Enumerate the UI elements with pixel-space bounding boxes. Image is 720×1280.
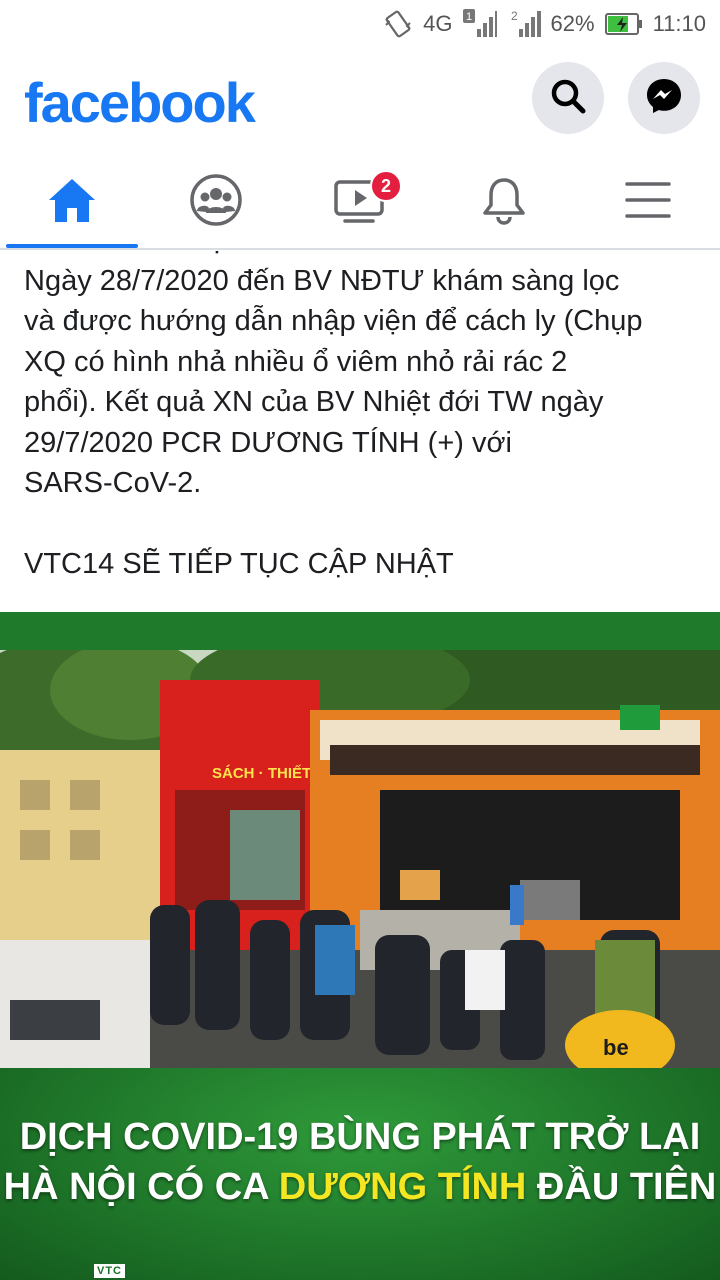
facebook-logo[interactable]: facebook	[24, 70, 256, 135]
app-header: facebook	[0, 48, 720, 158]
svg-text:1: 1	[465, 11, 471, 23]
post-text: kèm có đờm đặc. Ngày 28/7/2020 đến BV NĐ…	[0, 250, 720, 612]
search-button[interactable]	[532, 62, 604, 134]
home-icon	[46, 176, 98, 229]
svg-text:2: 2	[511, 9, 518, 23]
headline-line-2: HÀ NỘI CÓ CA DƯƠNG TÍNH ĐẦU TIÊN	[0, 1166, 720, 1209]
status-icons: 4G 1 2 62% 11:10	[383, 8, 706, 40]
post-text-line: kèm có đờm đặc.	[24, 250, 704, 261]
tab-groups[interactable]	[144, 158, 288, 246]
headline-suffix: ĐẦU TIÊN	[526, 1166, 717, 1208]
watch-notification-badge: 2	[370, 170, 402, 202]
post-text-line: 29/7/2020 PCR DƯƠNG TÍNH (+) với	[24, 426, 512, 459]
vibrate-icon	[383, 9, 413, 39]
signal-sim1-icon: 1	[462, 9, 497, 39]
news-banner: DỊCH COVID-19 BÙNG PHÁT TRỞ LẠI HÀ NỘI C…	[0, 1068, 720, 1280]
signal-sim2-icon: 2	[507, 9, 541, 39]
bell-icon	[480, 175, 528, 230]
headline-highlight: DƯƠNG TÍNH	[278, 1166, 527, 1208]
post-text-line: và được hướng dẫn nhập viện để cách ly (…	[24, 305, 643, 337]
tab-menu[interactable]	[576, 158, 720, 246]
svg-text:be: be	[603, 1035, 629, 1060]
post-closing-line: VTC14 SẼ TIẾP TỤC CẬP NHẬT	[24, 548, 454, 580]
tab-watch[interactable]: 2	[288, 158, 432, 246]
post-text-line: XQ có hình nhả nhiều ổ viêm nhỏ rải rác …	[24, 345, 568, 378]
headline-line-1: DỊCH COVID-19 BÙNG PHÁT TRỞ LẠI	[19, 1116, 701, 1158]
tab-notifications[interactable]	[432, 158, 576, 246]
search-icon	[548, 76, 588, 121]
clock: 11:10	[652, 11, 706, 36]
post-text-line: phổi). Kết quả XN của BV Nhiệt đới TW ng…	[24, 386, 604, 418]
news-photo: SÁCH · THIẾT BỊ GIÁO DỤC	[0, 650, 720, 1068]
post-text-line: SARS-CoV-2.	[24, 467, 202, 499]
vtc-logo: VTC	[94, 1264, 125, 1278]
groups-icon	[189, 173, 243, 232]
menu-icon	[624, 180, 672, 225]
headline-prefix: HÀ NỘI CÓ CA	[3, 1166, 279, 1208]
messenger-icon	[644, 76, 684, 121]
battery-percent: 62%	[550, 11, 595, 36]
status-bar: 4G 1 2 62% 11:10	[0, 0, 720, 48]
nav-tabs: 2	[0, 158, 720, 250]
active-tab-indicator	[6, 244, 138, 248]
messenger-button[interactable]	[628, 62, 700, 134]
post-image[interactable]: SÁCH · THIẾT BỊ GIÁO DỤC	[0, 612, 720, 1280]
battery-charging-icon	[604, 12, 643, 36]
network-type: 4G	[423, 11, 453, 36]
tab-home[interactable]	[0, 158, 144, 248]
post-text-line: Ngày 28/7/2020 đến BV NĐTƯ khám sàng lọc	[24, 264, 620, 297]
